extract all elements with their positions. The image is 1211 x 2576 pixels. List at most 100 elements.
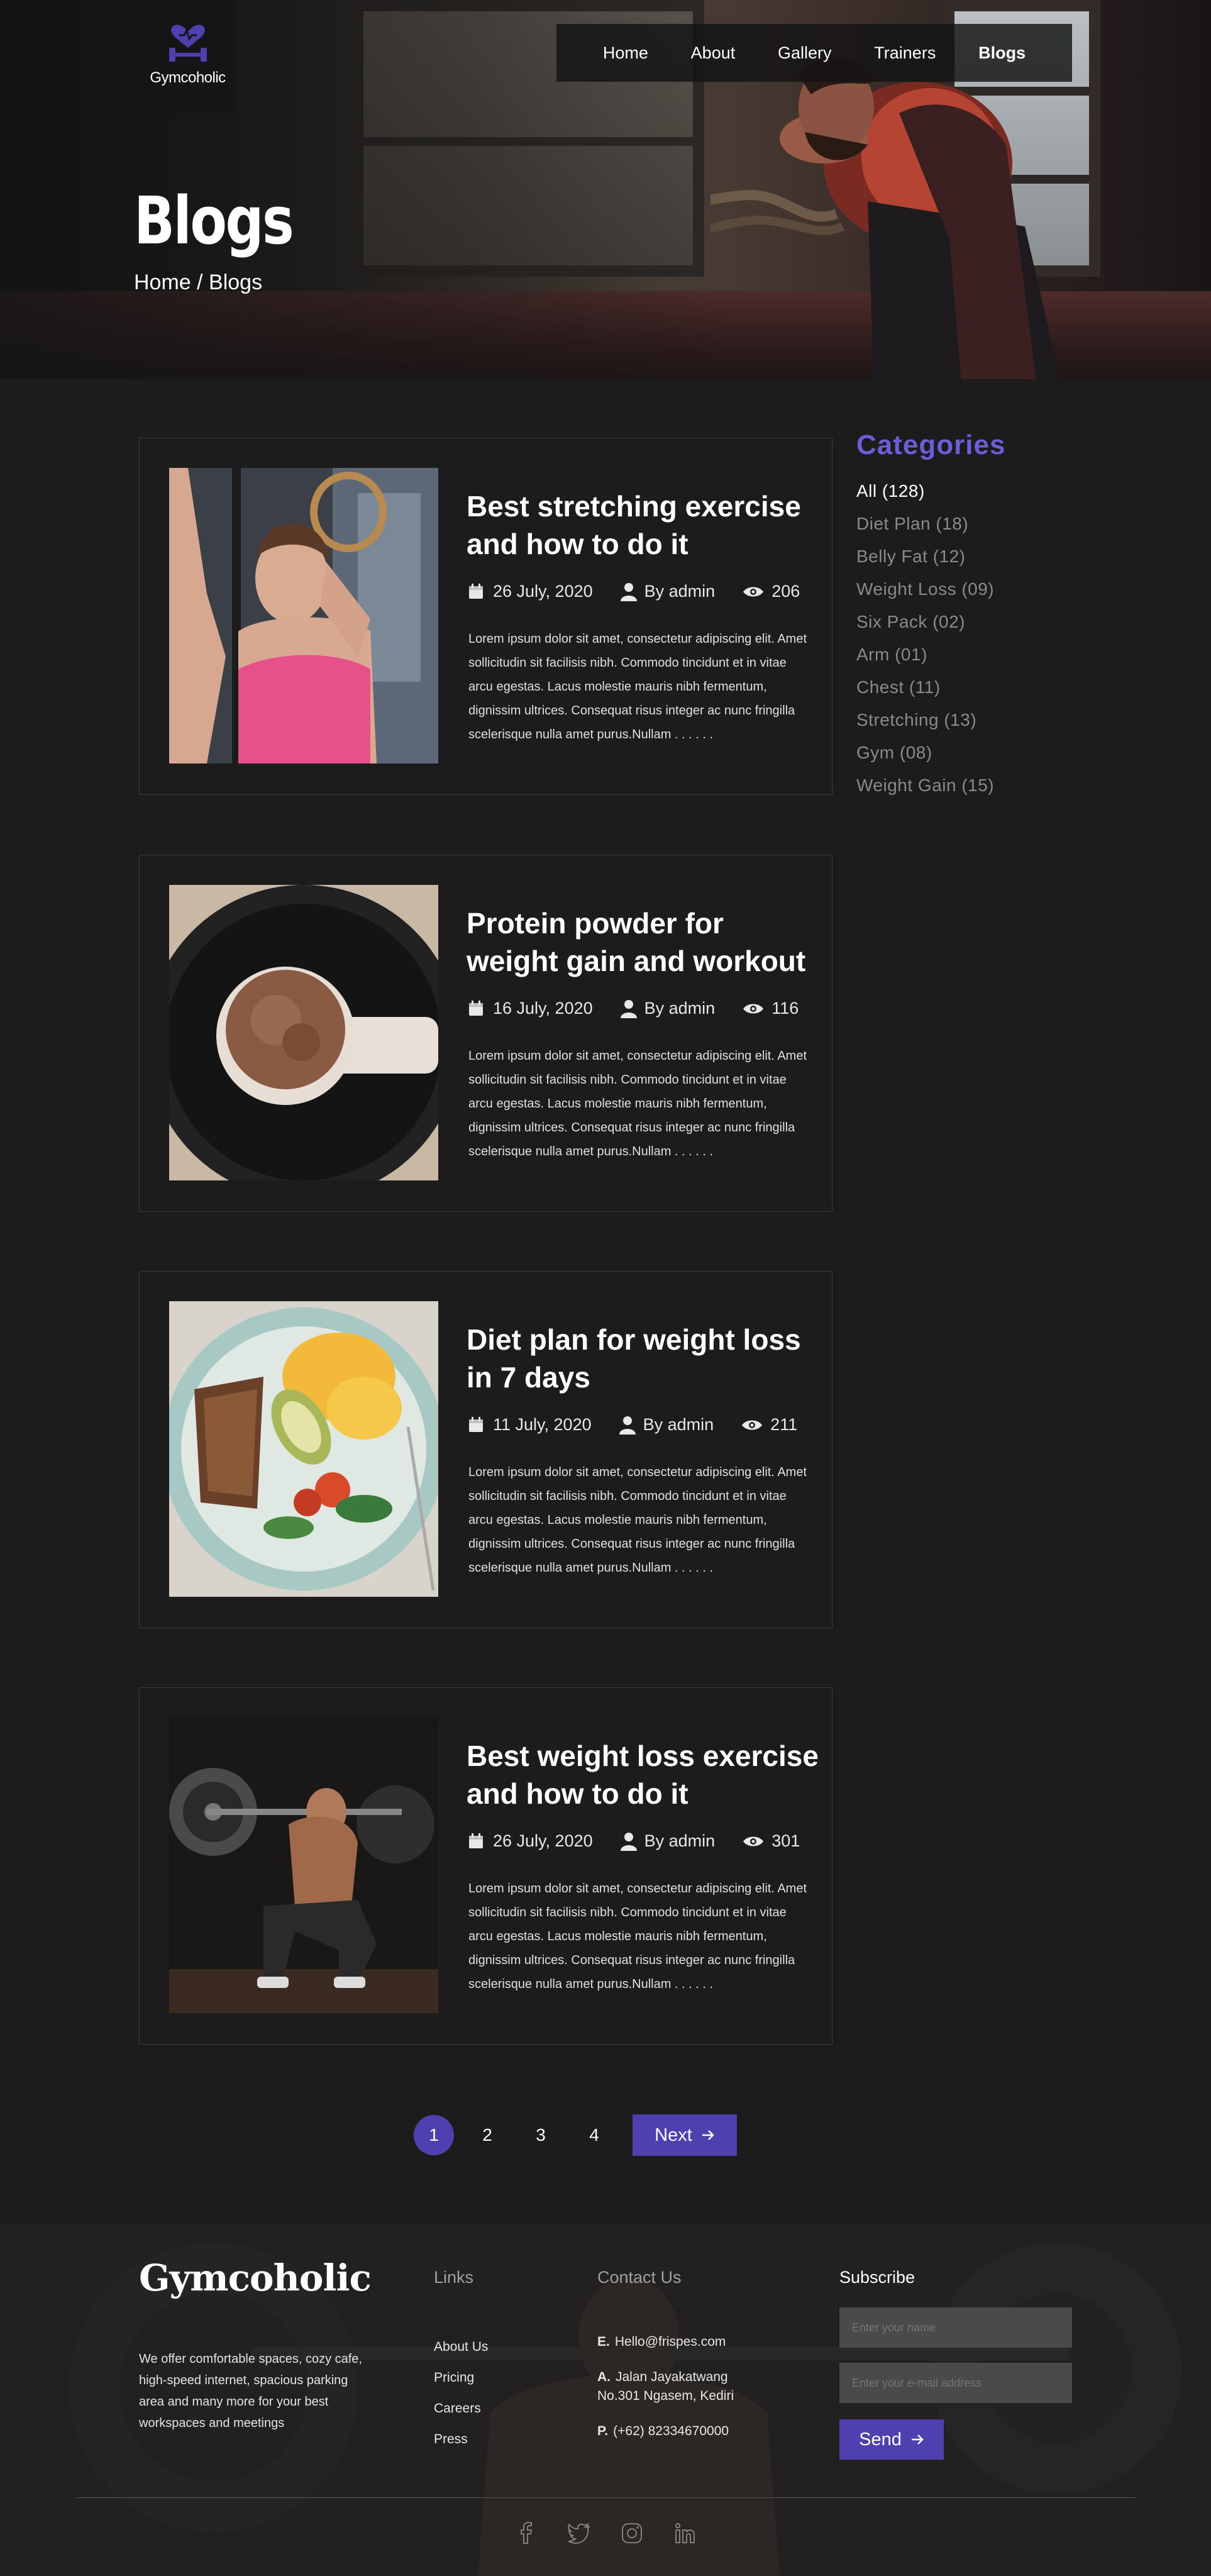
arrow-right-icon [911,2434,924,2445]
nav-home[interactable]: Home [603,43,648,63]
social-links [0,2522,1211,2545]
contact-address: A. Jalan Jayakatwang No.301 Ngasem, Kediri [597,2370,734,2403]
instagram-icon[interactable] [621,2522,643,2545]
category-item[interactable]: Diet Plan (18) [856,508,1045,540]
post-thumbnail[interactable] [169,1301,438,1597]
contact-email[interactable]: E. Hello@frispes.com [597,2333,805,2351]
site-footer: Gymcoholic We offer comfortable spaces, … [0,2224,1211,2576]
post-date: 26 July, 2020 [493,582,593,601]
post-thumbnail[interactable] [169,1718,438,2013]
post-title[interactable]: Best stretching exercise and how to do i… [467,487,819,563]
category-item[interactable]: Belly Fat (12) [856,540,1045,573]
arrow-right-icon [702,2130,714,2140]
contact-heading: Contact Us [597,2268,682,2287]
post-views: 206 [771,582,800,601]
nav-gallery[interactable]: Gallery [778,43,832,63]
pagination: 1 2 3 4 Next [414,2114,737,2156]
next-page-button[interactable]: Next [633,2114,737,2156]
footer-link-about-us[interactable]: About Us [434,2331,488,2362]
blog-card[interactable]: Protein powder for weight gain and worko… [139,855,832,1212]
calendar-icon [469,1833,483,1848]
post-thumbnail[interactable] [169,885,438,1180]
category-list: All (128) Diet Plan (18) Belly Fat (12) … [856,475,1045,802]
send-button[interactable]: Send [839,2419,944,2460]
calendar-icon [469,1000,483,1016]
user-icon [620,1832,637,1851]
post-title[interactable]: Best weight loss exercise and how to do … [467,1737,819,1813]
footer-link-pricing[interactable]: Pricing [434,2362,488,2393]
footer-about-text: We offer comfortable spaces, cozy cafe, … [139,2352,362,2430]
dumbbell-heart-icon [169,25,207,62]
contact-phone[interactable]: P. (+62) 82334670000 [597,2422,805,2441]
post-author: By admin [644,999,716,1018]
page-3-button[interactable]: 3 [521,2115,561,2155]
post-author: By admin [644,582,716,601]
post-excerpt: Lorem ipsum dolor sit amet, consectetur … [468,632,807,741]
post-meta: 26 July, 2020 By admin 301 [467,1831,819,1851]
footer-brand[interactable]: Gymcoholic [139,2257,372,2299]
eye-icon [743,1836,764,1846]
linkedin-icon[interactable] [673,2522,696,2545]
category-item[interactable]: Stretching (13) [856,704,1045,736]
post-meta: 11 July, 2020 By admin 211 [467,1415,819,1435]
logo-text: Gymcoholic [150,69,226,86]
blog-card[interactable]: Best weight loss exercise and how to do … [139,1687,832,2045]
category-item[interactable]: Chest (11) [856,671,1045,704]
post-views: 301 [771,1831,800,1850]
facebook-icon[interactable] [515,2522,538,2545]
category-item[interactable]: Weight Loss (09) [856,573,1045,606]
post-meta: 26 July, 2020 By admin 206 [467,582,819,601]
footer-divider [75,2497,1136,2498]
eye-icon [742,1420,763,1430]
categories-sidebar: Categories All (128) Diet Plan (18) Bell… [856,430,1045,802]
next-label: Next [655,2124,692,2145]
page-2-button[interactable]: 2 [467,2115,507,2155]
category-item[interactable]: Arm (01) [856,638,1045,671]
blog-card[interactable]: Diet plan for weight loss in 7 days 11 J… [139,1271,832,1628]
breadcrumb[interactable]: Home / Blogs [134,270,262,295]
category-item[interactable]: All (128) [856,475,1045,508]
name-input[interactable] [839,2307,1072,2348]
page-4-button[interactable]: 4 [574,2115,614,2155]
nav-trainers[interactable]: Trainers [874,43,936,63]
footer-link-press[interactable]: Press [434,2424,488,2455]
site-logo[interactable]: Gymcoholic [138,0,237,111]
category-item[interactable]: Weight Gain (15) [856,769,1045,802]
page-title: Blogs [134,182,294,259]
post-date: 26 July, 2020 [493,1831,593,1850]
footer-subscribe: Subscribe Send [839,2268,1072,2460]
post-excerpt: Lorem ipsum dolor sit amet, consectetur … [468,1882,807,1991]
user-icon [620,582,637,601]
blog-card[interactable]: Best stretching exercise and how to do i… [139,438,832,795]
twitter-icon[interactable] [568,2522,590,2545]
category-item[interactable]: Gym (08) [856,736,1045,769]
post-title[interactable]: Protein powder for weight gain and worko… [467,904,819,980]
footer-link-careers[interactable]: Careers [434,2393,488,2424]
post-date: 16 July, 2020 [493,999,593,1018]
post-title[interactable]: Diet plan for weight loss in 7 days [467,1321,819,1396]
post-excerpt: Lorem ipsum dolor sit amet, consectetur … [468,1465,807,1575]
footer-contact: Contact Us E. Hello@frispes.com A. Jalan J… [597,2268,805,2441]
hero-banner: Gymcoholic Home About Gallery Trainers B… [0,0,1211,379]
post-views: 116 [771,999,799,1018]
links-heading: Links [434,2268,474,2287]
category-item[interactable]: Six Pack (02) [856,606,1045,638]
post-date: 11 July, 2020 [493,1415,592,1434]
post-excerpt: Lorem ipsum dolor sit amet, consectetur … [468,1049,807,1158]
post-thumbnail[interactable] [169,468,438,763]
nav-blogs[interactable]: Blogs [978,43,1026,63]
eye-icon [743,587,764,596]
nav-about[interactable]: About [691,43,736,63]
post-author: By admin [643,1415,714,1434]
post-views: 211 [770,1415,798,1434]
email-input[interactable] [839,2363,1072,2403]
categories-title: Categories [856,430,1006,460]
user-icon [619,1416,636,1435]
post-author: By admin [644,1831,716,1850]
calendar-icon [469,1416,483,1432]
footer-links: Links About Us Pricing Careers Press [434,2268,488,2455]
send-label: Send [859,2429,902,2450]
page-1-button[interactable]: 1 [414,2115,454,2155]
user-icon [620,999,637,1018]
post-meta: 16 July, 2020 By admin 116 [467,999,819,1018]
